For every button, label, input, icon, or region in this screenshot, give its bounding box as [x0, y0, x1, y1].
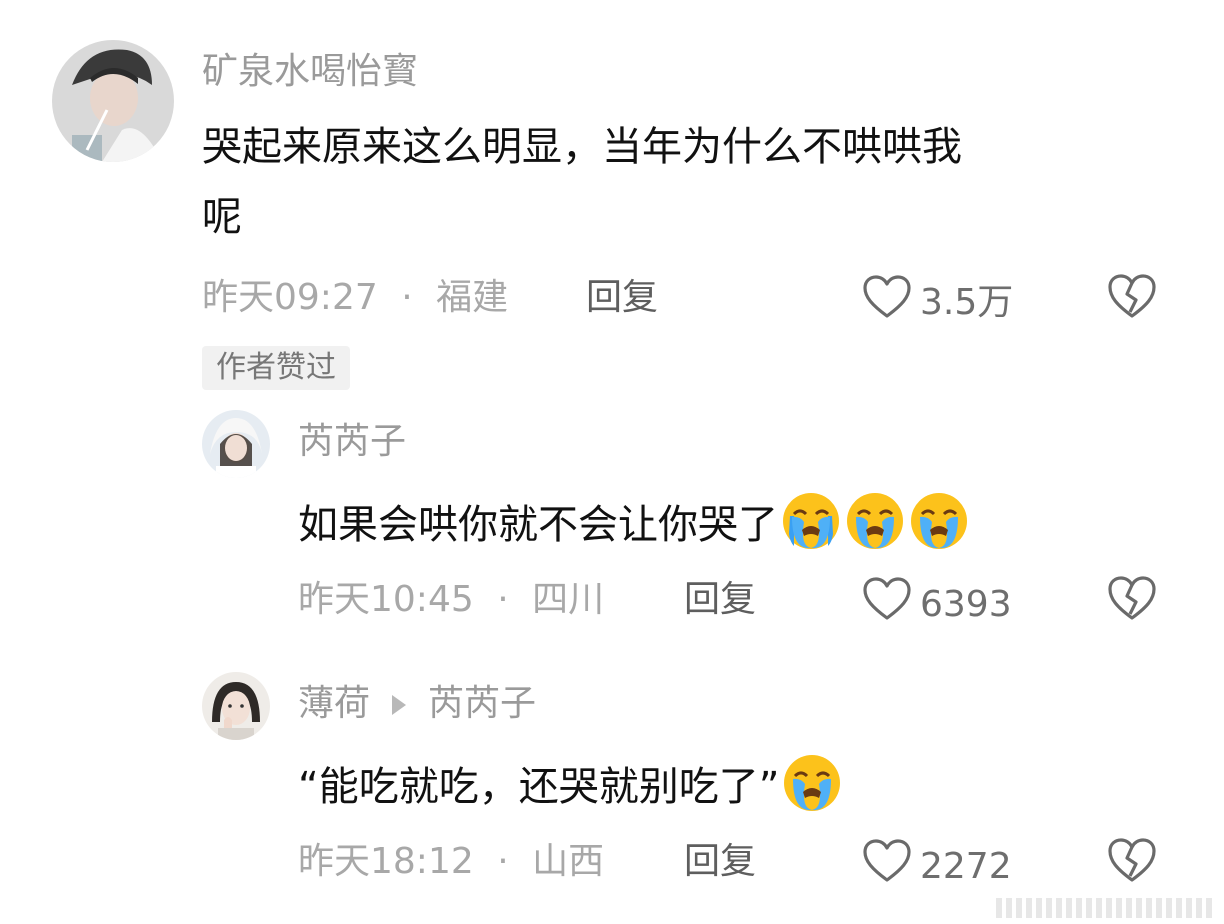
loudly-crying-face-emoji — [908, 490, 970, 552]
comment-meta: 昨天18:12 · 山西 — [298, 840, 604, 884]
like-count: 6393 — [920, 583, 1012, 625]
dislike-button[interactable] — [1106, 836, 1158, 884]
meta-separator: · — [497, 841, 509, 882]
meta-separator: · — [497, 579, 509, 620]
like-button[interactable]: 2272 — [862, 838, 1012, 895]
dislike-button[interactable] — [1106, 574, 1158, 622]
author-liked-badge: 作者赞过 — [202, 346, 350, 390]
comment-location: 福建 — [436, 277, 509, 318]
comment-text-content: “能吃就吃，还哭就别吃了” — [298, 764, 780, 810]
loudly-crying-face-emoji — [844, 490, 906, 552]
like-count: 2272 — [920, 845, 1012, 887]
broken-heart-icon — [1106, 574, 1158, 622]
meta-separator: · — [401, 277, 413, 318]
comment-location: 四川 — [532, 579, 605, 620]
like-button[interactable]: 6393 — [862, 576, 1012, 633]
comment-text: 哭起来原来这么明显，当年为什么不哄哄我 — [202, 124, 962, 170]
loudly-crying-face-emoji — [781, 752, 843, 814]
reply-button[interactable]: 回复 — [684, 578, 756, 622]
reply-button[interactable]: 回复 — [586, 276, 658, 320]
watermark — [996, 898, 1216, 918]
comment-text-content: 如果会哄你就不会让你哭了 — [298, 502, 778, 548]
comment-meta: 昨天09:27 · 福建 — [202, 276, 508, 320]
comment-username[interactable]: 芮芮子 — [298, 420, 406, 464]
comment-meta: 昨天10:45 · 四川 — [298, 578, 604, 622]
reply-author[interactable]: 薄荷 — [298, 683, 370, 724]
comment-username[interactable]: 矿泉水喝怡寳 — [202, 50, 418, 94]
like-button[interactable]: 3.5万 — [862, 274, 1013, 331]
comment-time: 昨天10:45 — [298, 579, 474, 620]
avatar[interactable] — [202, 672, 270, 740]
loudly-crying-face-emoji — [780, 490, 842, 552]
comment-username: 薄荷 芮芮子 — [298, 682, 536, 726]
heart-outline-icon — [862, 576, 912, 633]
broken-heart-icon — [1106, 836, 1158, 884]
comment-location: 山西 — [532, 841, 605, 882]
heart-outline-icon — [862, 838, 912, 895]
comment-time: 昨天09:27 — [202, 277, 378, 318]
reply-button[interactable]: 回复 — [684, 840, 756, 884]
broken-heart-icon — [1106, 272, 1158, 320]
heart-outline-icon — [862, 274, 912, 331]
comment-text: 如果会哄你就不会让你哭了 — [298, 490, 970, 556]
dislike-button[interactable] — [1106, 272, 1158, 320]
avatar[interactable] — [202, 410, 270, 478]
reply-arrow-icon — [392, 695, 407, 715]
comment-text: “能吃就吃，还哭就别吃了” — [298, 752, 843, 818]
comment-text-continued: 呢 — [202, 194, 242, 240]
like-count: 3.5万 — [920, 281, 1014, 323]
comment-time: 昨天18:12 — [298, 841, 474, 882]
reply-target[interactable]: 芮芮子 — [428, 683, 536, 724]
avatar[interactable] — [52, 40, 174, 162]
